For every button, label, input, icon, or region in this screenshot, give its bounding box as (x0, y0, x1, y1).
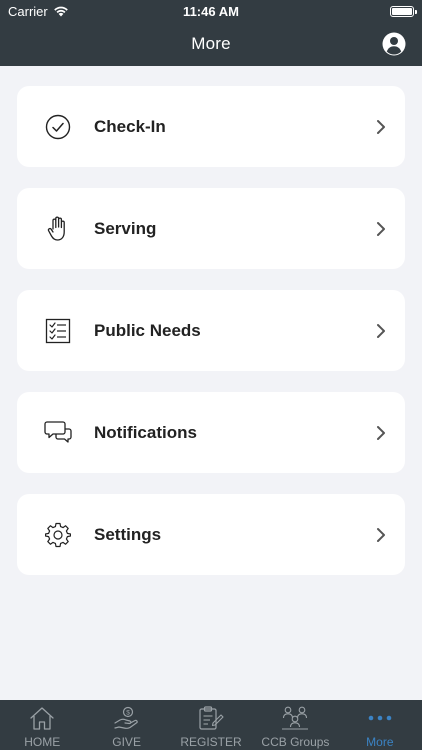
tab-label: CCB Groups (261, 735, 330, 749)
page-title: More (191, 34, 231, 53)
home-icon (27, 704, 57, 732)
status-time: 11:46 AM (183, 3, 239, 19)
tab-label: GIVE (112, 735, 141, 749)
tab-label: HOME (24, 735, 61, 749)
svg-text:$: $ (126, 710, 130, 717)
status-bar: Carrier 11:46 AM (0, 0, 422, 22)
tab-more[interactable]: More (338, 700, 422, 750)
checklist-icon (44, 317, 72, 345)
menu-item-check-in[interactable]: Check-In (17, 86, 405, 167)
menu-item-settings[interactable]: Settings (17, 494, 405, 575)
gear-icon (44, 521, 72, 549)
give-hand-coin-icon: $ (112, 704, 142, 732)
tab-register[interactable]: REGISTER (169, 700, 253, 750)
more-dots-icon (365, 704, 395, 732)
tab-ccb-groups[interactable]: CCB Groups (253, 700, 337, 750)
menu-item-notifications[interactable]: Notifications (17, 392, 405, 473)
tab-give[interactable]: $ GIVE (84, 700, 168, 750)
tab-label: More (366, 735, 394, 749)
chevron-right-icon (377, 221, 385, 236)
menu-item-label: Public Needs (94, 320, 201, 340)
profile-icon[interactable] (382, 32, 406, 56)
tab-home[interactable]: HOME (0, 700, 84, 750)
tab-label: REGISTER (180, 735, 242, 749)
menu-item-serving[interactable]: Serving (17, 188, 405, 269)
hand-icon (44, 215, 72, 243)
chevron-right-icon (377, 527, 385, 542)
menu-item-label: Notifications (94, 422, 197, 442)
check-circle-icon (44, 113, 72, 141)
menu-item-label: Serving (94, 218, 157, 238)
more-menu-list: Check-In Serving Public Needs Notificati… (17, 86, 405, 575)
carrier-label: Carrier (8, 3, 48, 19)
chat-bubbles-icon (44, 419, 72, 447)
status-left: Carrier (8, 4, 69, 19)
bottom-tab-bar: HOME $ GIVE REGISTER CCB Groups More (0, 700, 422, 750)
menu-item-label: Settings (94, 524, 162, 544)
menu-item-public-needs[interactable]: Public Needs (17, 290, 405, 371)
wifi-icon (53, 6, 68, 17)
clipboard-pen-icon (196, 704, 226, 732)
battery-icon (390, 5, 417, 17)
group-people-icon (280, 704, 310, 732)
chevron-right-icon (377, 425, 385, 440)
chevron-right-icon (377, 323, 385, 338)
chevron-right-icon (377, 119, 385, 134)
menu-item-label: Check-In (94, 116, 166, 136)
navigation-bar: More (0, 22, 422, 66)
